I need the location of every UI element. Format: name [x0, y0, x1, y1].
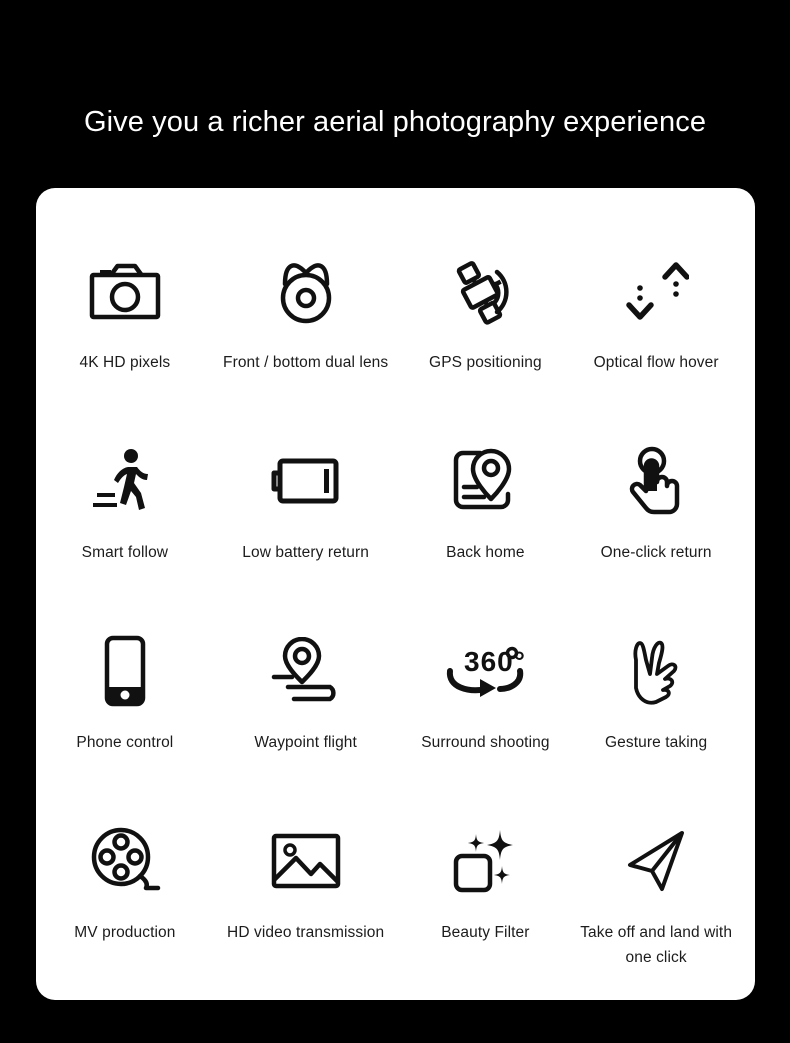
feature-label: Front / bottom dual lens — [223, 354, 389, 371]
waypoint-path-icon — [263, 628, 349, 714]
feature-label: HD video transmission — [227, 924, 385, 941]
feature-label: Low battery return — [242, 544, 369, 561]
feature-label: One-click return — [600, 544, 712, 561]
film-reel-icon — [82, 818, 168, 904]
low-battery-icon — [263, 438, 349, 524]
sparkle-square-icon — [442, 818, 528, 904]
walking-person-icon — [82, 438, 168, 524]
map-pin-card-icon — [442, 438, 528, 524]
victory-hand-icon — [613, 628, 699, 714]
image-frame-icon — [263, 818, 349, 904]
feature-label: Phone control — [76, 734, 174, 751]
feature-item-dual-lens: Front / bottom dual lens — [216, 224, 396, 414]
up-down-arrows-icon — [613, 248, 699, 334]
page-root: Give you a richer aerial photography exp… — [0, 0, 790, 1043]
feature-item-low-battery-return: Low battery return — [216, 414, 396, 604]
feature-item-gps-positioning: GPS positioning — [396, 224, 576, 414]
feature-item-surround-shooting: 360° Surround shooting — [396, 604, 576, 794]
page-title: Give you a richer aerial photography exp… — [83, 106, 707, 138]
tap-hand-icon — [613, 438, 699, 524]
feature-item-beauty-filter: Beauty Filter — [396, 794, 576, 984]
feature-label: 4K HD pixels — [79, 354, 171, 371]
feature-label: Gesture taking — [605, 734, 708, 751]
feature-label: Take off and land with one click — [580, 924, 733, 966]
feature-label: MV production — [74, 924, 176, 941]
feature-item-one-click-return: One-click return — [566, 414, 746, 604]
feature-item-4k-hd-pixels: 4K HD pixels — [35, 224, 215, 414]
feature-item-back-home: Back home — [396, 414, 576, 604]
dual-lens-icon — [263, 248, 349, 334]
feature-item-gesture-taking: Gesture taking — [566, 604, 746, 794]
360-rotation-icon: 360° — [442, 628, 528, 714]
feature-label: Beauty Filter — [441, 924, 530, 941]
gps-satellite-icon — [442, 248, 528, 334]
paper-plane-icon — [613, 818, 699, 904]
feature-grid: 4K HD pixels Front / bottom dual lens GP… — [36, 224, 755, 984]
feature-label: GPS positioning — [429, 354, 542, 371]
feature-item-waypoint-flight: Waypoint flight — [216, 604, 396, 794]
smartphone-icon — [82, 628, 168, 714]
feature-item-hd-video-transmission: HD video transmission — [216, 794, 396, 984]
feature-item-phone-control: Phone control — [35, 604, 215, 794]
feature-item-smart-follow: Smart follow — [35, 414, 215, 604]
feature-item-takeoff-landing: Take off and land with one click — [566, 794, 746, 984]
feature-card: 4K HD pixels Front / bottom dual lens GP… — [36, 188, 755, 1000]
feature-label: Waypoint flight — [254, 734, 357, 751]
feature-item-optical-flow-hover: Optical flow hover — [566, 224, 746, 414]
feature-label: Back home — [446, 544, 525, 561]
feature-label: Optical flow hover — [593, 354, 719, 371]
feature-label: Smart follow — [81, 544, 169, 561]
camera-icon — [82, 248, 168, 334]
feature-item-mv-production: MV production — [35, 794, 215, 984]
feature-label: Surround shooting — [421, 734, 550, 751]
